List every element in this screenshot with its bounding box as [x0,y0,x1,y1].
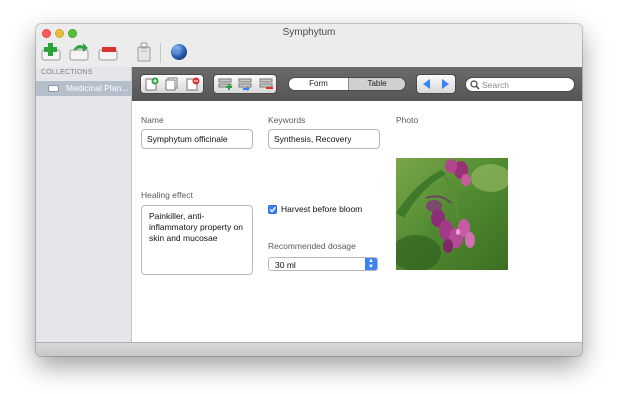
name-field[interactable]: Symphytum officinale [141,129,253,149]
sidebar-item-label: Medicinal Plan... [66,83,129,93]
keywords-label: Keywords [268,115,306,125]
previous-arrow-icon [423,79,430,89]
duplicate-collection-icon [69,43,89,61]
search-placeholder: Search [482,80,509,90]
next-record-button[interactable] [438,77,452,91]
main-content: Form Table Search Name Symphytum officin… [132,67,582,342]
checkmark-icon [269,206,276,213]
new-collection-button[interactable] [40,42,62,62]
sidebar-item-medicinal-plants[interactable]: Medicinal Plan... [36,81,131,96]
duplicate-record-button[interactable] [165,77,179,91]
keywords-field[interactable]: Synthesis, Recovery [268,129,380,149]
view-mode-switch: Form Table [288,77,406,91]
comfrey-flower-photo [396,158,508,270]
delete-record-icon [186,77,200,91]
collections-sidebar: COLLECTIONS Medicinal Plan... [36,67,132,342]
healing-effect-label: Healing effect [141,190,193,200]
view-toolbar: Form Table Search [132,67,582,101]
sync-globe-icon [171,44,187,60]
new-collection-icon [41,43,61,61]
sidebar-heading: COLLECTIONS [41,69,93,76]
file-manager-button[interactable] [134,42,156,62]
new-record-icon [145,77,159,91]
app-window: Symphytum COLLECTIONS Medicinal Plan... … [36,24,582,356]
duplicate-record-icon [165,77,178,91]
sync-button[interactable] [168,42,190,62]
add-field-button[interactable] [218,77,232,91]
toolbar-separator [160,43,161,63]
duplicate-collection-button[interactable] [68,42,90,62]
previous-record-button[interactable] [420,77,434,91]
search-input[interactable]: Search [465,77,575,92]
status-bar [36,342,582,356]
photo-field[interactable] [396,158,508,270]
add-field-icon [218,78,232,90]
collection-icon [48,85,59,92]
dosage-select[interactable]: 30 ml ▲ ▼ [268,257,378,271]
title-bar: Symphytum [36,24,582,42]
new-record-button[interactable] [145,77,159,91]
delete-collection-button[interactable] [97,42,119,62]
search-icon [470,80,480,90]
record-button-group [140,74,204,94]
name-label: Name [141,115,164,125]
window-title: Symphytum [282,27,336,38]
dosage-value: 30 ml [275,260,296,270]
next-arrow-icon [442,79,449,89]
photo-label: Photo [396,115,419,125]
dosage-label: Recommended dosage [268,241,356,251]
harvest-checkbox-label: Harvest before bloom [281,204,363,214]
delete-record-button[interactable] [186,77,200,91]
field-button-group [213,74,277,94]
move-field-button[interactable] [238,77,252,91]
file-manager-icon [137,42,151,62]
main-toolbar [36,42,582,66]
delete-field-icon [259,78,273,89]
move-field-icon [238,78,252,91]
tab-form[interactable]: Form [289,78,348,90]
select-arrows-icon: ▲ ▼ [365,258,377,270]
record-navigation [416,74,456,94]
delete-field-button[interactable] [259,77,273,91]
tab-table[interactable]: Table [348,78,405,90]
harvest-checkbox[interactable] [268,205,277,214]
delete-collection-icon [98,47,118,61]
healing-effect-field[interactable]: Painkiller, anti-inflammatory property o… [141,205,253,275]
